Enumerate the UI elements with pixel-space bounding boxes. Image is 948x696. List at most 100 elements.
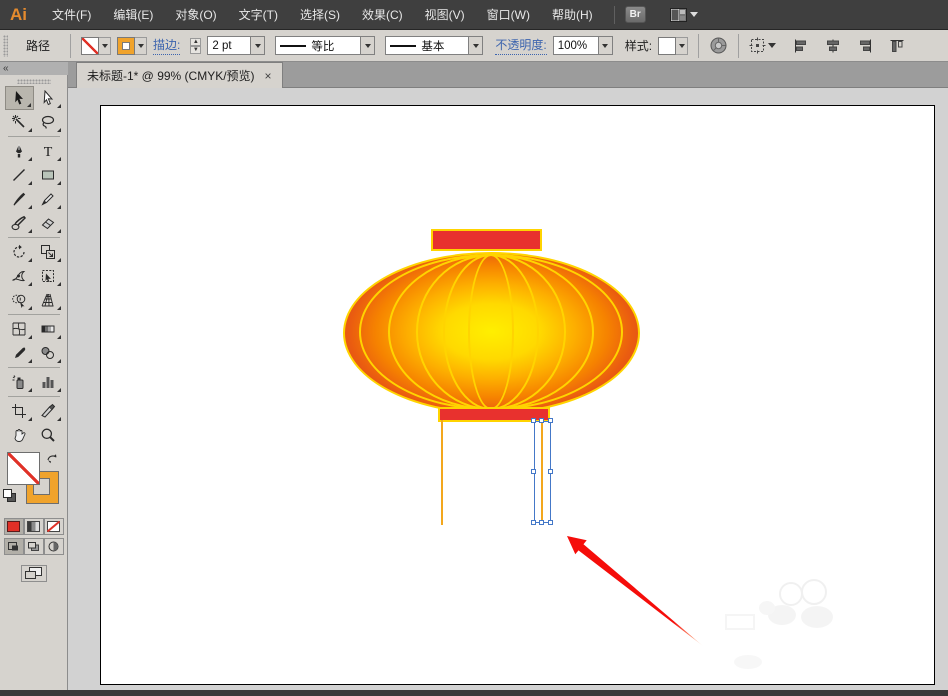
tool-slice-button[interactable] <box>34 399 63 423</box>
screen-mode-button[interactable] <box>20 565 47 582</box>
divider <box>738 33 740 58</box>
style-dropdown[interactable] <box>676 36 689 55</box>
selection-handle-mid-right[interactable] <box>548 469 553 474</box>
color-button[interactable] <box>3 518 24 535</box>
selection-handle-top-mid[interactable] <box>539 418 544 423</box>
opacity-panel-link[interactable]: 不透明度: <box>495 36 547 55</box>
opacity-dropdown[interactable] <box>597 37 612 54</box>
fill-dropdown[interactable] <box>99 36 112 55</box>
menu-effect[interactable]: 效果(C) <box>351 0 414 30</box>
width-profile-dropdown[interactable] <box>360 37 375 54</box>
stroke-weight-value[interactable]: 2 pt <box>208 40 250 52</box>
divider <box>698 33 700 58</box>
menu-select[interactable]: 选择(S) <box>289 0 351 30</box>
opacity-value[interactable]: 100% <box>554 40 598 52</box>
tool-blob-brush-button[interactable] <box>5 211 34 235</box>
draw-inside-button[interactable] <box>43 538 64 555</box>
none-button[interactable] <box>43 518 64 535</box>
brush-dropdown[interactable] <box>468 37 483 54</box>
bridge-button[interactable]: Br <box>624 6 646 23</box>
control-bar-grip[interactable] <box>3 34 8 57</box>
tool-type-button[interactable]: T <box>34 139 63 163</box>
tool-free-transform-button[interactable] <box>34 264 63 288</box>
tool-eraser-button[interactable] <box>34 211 63 235</box>
width-profile-combo[interactable]: 等比 <box>275 36 376 55</box>
tool-direct-selection-button[interactable] <box>34 86 63 110</box>
tool-line-segment-button[interactable] <box>5 163 34 187</box>
style-swatch-icon[interactable] <box>658 36 677 55</box>
tool-column-graph-button[interactable] <box>34 370 63 394</box>
selection-handle-bottom-left[interactable] <box>531 520 536 525</box>
menu-file[interactable]: 文件(F) <box>41 0 102 30</box>
brush-combo[interactable]: 基本 <box>385 36 484 55</box>
swap-fill-stroke-icon[interactable] <box>45 451 59 465</box>
draw-behind-icon <box>28 542 39 551</box>
fill-stroke-block <box>0 451 67 515</box>
stroke-color-control[interactable] <box>117 36 148 55</box>
default-fill-stroke-icon[interactable] <box>3 489 16 502</box>
stroke-weight-stepper[interactable]: ▲ ▼ <box>190 37 202 54</box>
opacity-combo[interactable]: 100% <box>552 36 613 55</box>
chevron-down-icon <box>768 43 777 48</box>
tool-zoom-button[interactable] <box>34 423 63 447</box>
selection-handle-bottom-mid[interactable] <box>539 520 544 525</box>
fill-color-control[interactable] <box>81 36 112 55</box>
align-right-button[interactable] <box>856 37 874 55</box>
selection-handle-top-left[interactable] <box>531 418 536 423</box>
document-tab[interactable]: 未标题-1* @ 99% (CMYK/预览) × <box>76 62 283 88</box>
tool-rectangle-button[interactable] <box>34 163 63 187</box>
tool-lasso-button[interactable] <box>34 110 63 134</box>
menu-object[interactable]: 对象(O) <box>164 0 227 30</box>
tool-symbol-sprayer-button[interactable] <box>5 370 34 394</box>
tool-pencil-button[interactable] <box>34 187 63 211</box>
stroke-dropdown[interactable] <box>135 36 148 55</box>
tool-rotate-button[interactable] <box>5 240 34 264</box>
fill-none-swatch-icon[interactable] <box>81 36 100 55</box>
tool-scale-button[interactable] <box>34 240 63 264</box>
selection-handle-bottom-right[interactable] <box>548 520 553 525</box>
tool-shape-builder-button[interactable] <box>5 288 34 312</box>
gradient-button[interactable] <box>23 518 44 535</box>
artboard-tool-icon <box>12 404 26 418</box>
menu-view[interactable]: 视图(V) <box>414 0 476 30</box>
stroke-gold-swatch-icon[interactable] <box>117 36 136 55</box>
transform-reference-icon <box>749 37 766 54</box>
stroke-panel-link[interactable]: 描边: <box>153 36 181 55</box>
workspace-switcher-button[interactable] <box>669 7 698 22</box>
tool-selection-button[interactable] <box>4 86 34 110</box>
align-left-button[interactable] <box>792 37 810 55</box>
menu-type[interactable]: 文字(T) <box>228 0 289 30</box>
tool-magic-wand-button[interactable] <box>5 110 34 134</box>
selection-handle-mid-left[interactable] <box>531 469 536 474</box>
close-tab-icon[interactable]: × <box>265 70 272 82</box>
canvas-area[interactable] <box>68 88 948 690</box>
stroke-weight-dropdown[interactable] <box>250 37 265 54</box>
transform-reference-control[interactable] <box>749 37 777 54</box>
tool-eyedropper-button[interactable] <box>5 341 34 365</box>
draw-normal-button[interactable] <box>3 538 24 555</box>
menu-window[interactable]: 窗口(W) <box>476 0 541 30</box>
align-center-button[interactable] <box>824 37 842 55</box>
toolbar-separator <box>7 396 60 397</box>
tool-pen-button[interactable] <box>5 139 34 163</box>
tool-hand-button[interactable] <box>5 423 34 447</box>
draw-behind-button[interactable] <box>23 538 44 555</box>
tool-artboard-button[interactable] <box>5 399 34 423</box>
panel-grip[interactable] <box>16 79 51 84</box>
tool-blend-button[interactable] <box>34 341 63 365</box>
style-control[interactable] <box>658 36 689 55</box>
collapse-panel-button[interactable]: « <box>3 63 9 74</box>
panel-collapse-bar[interactable]: « <box>0 62 68 75</box>
menu-help[interactable]: 帮助(H) <box>541 0 604 30</box>
stroke-weight-combo[interactable]: 2 pt <box>207 36 266 55</box>
align-top-button[interactable] <box>888 37 906 55</box>
fill-indicator[interactable] <box>7 452 40 485</box>
tool-perspective-grid-button[interactable] <box>34 288 63 312</box>
tool-gradient-button[interactable] <box>34 317 63 341</box>
recolor-artwork-button[interactable] <box>709 36 728 55</box>
selection-handle-top-right[interactable] <box>548 418 553 423</box>
tool-mesh-button[interactable] <box>5 317 34 341</box>
tool-paintbrush-button[interactable] <box>5 187 34 211</box>
menu-edit[interactable]: 编辑(E) <box>102 0 164 30</box>
tool-width-button[interactable] <box>5 264 34 288</box>
